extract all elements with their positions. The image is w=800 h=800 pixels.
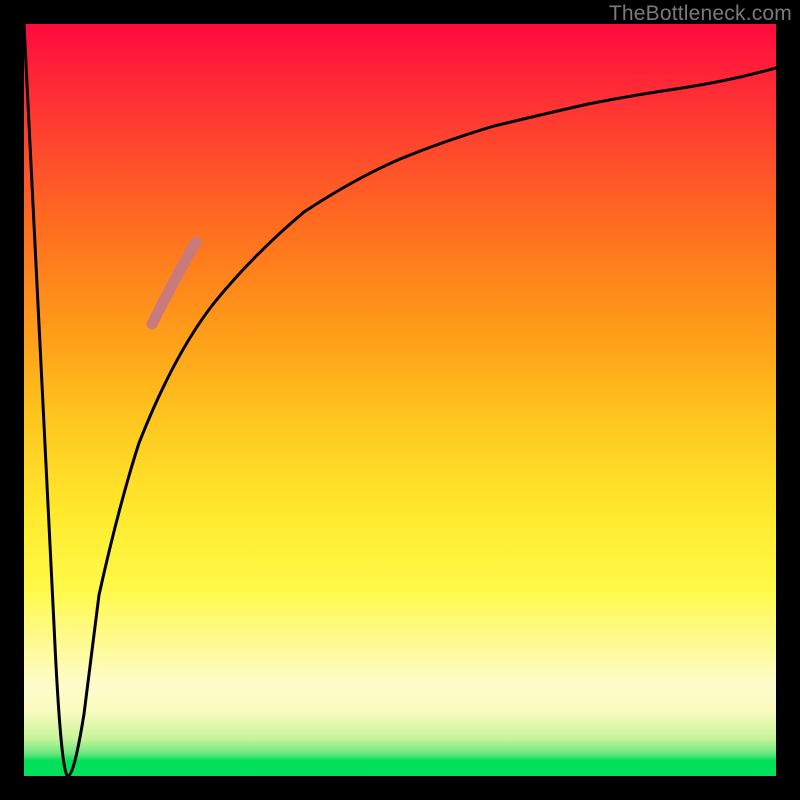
attribution-text: TheBottleneck.com <box>609 2 792 26</box>
curve-layer <box>24 24 776 776</box>
bottleneck-curve <box>24 24 776 776</box>
chart-frame: TheBottleneck.com <box>0 0 800 800</box>
highlight-segment <box>152 242 196 324</box>
plot-area <box>24 24 776 776</box>
